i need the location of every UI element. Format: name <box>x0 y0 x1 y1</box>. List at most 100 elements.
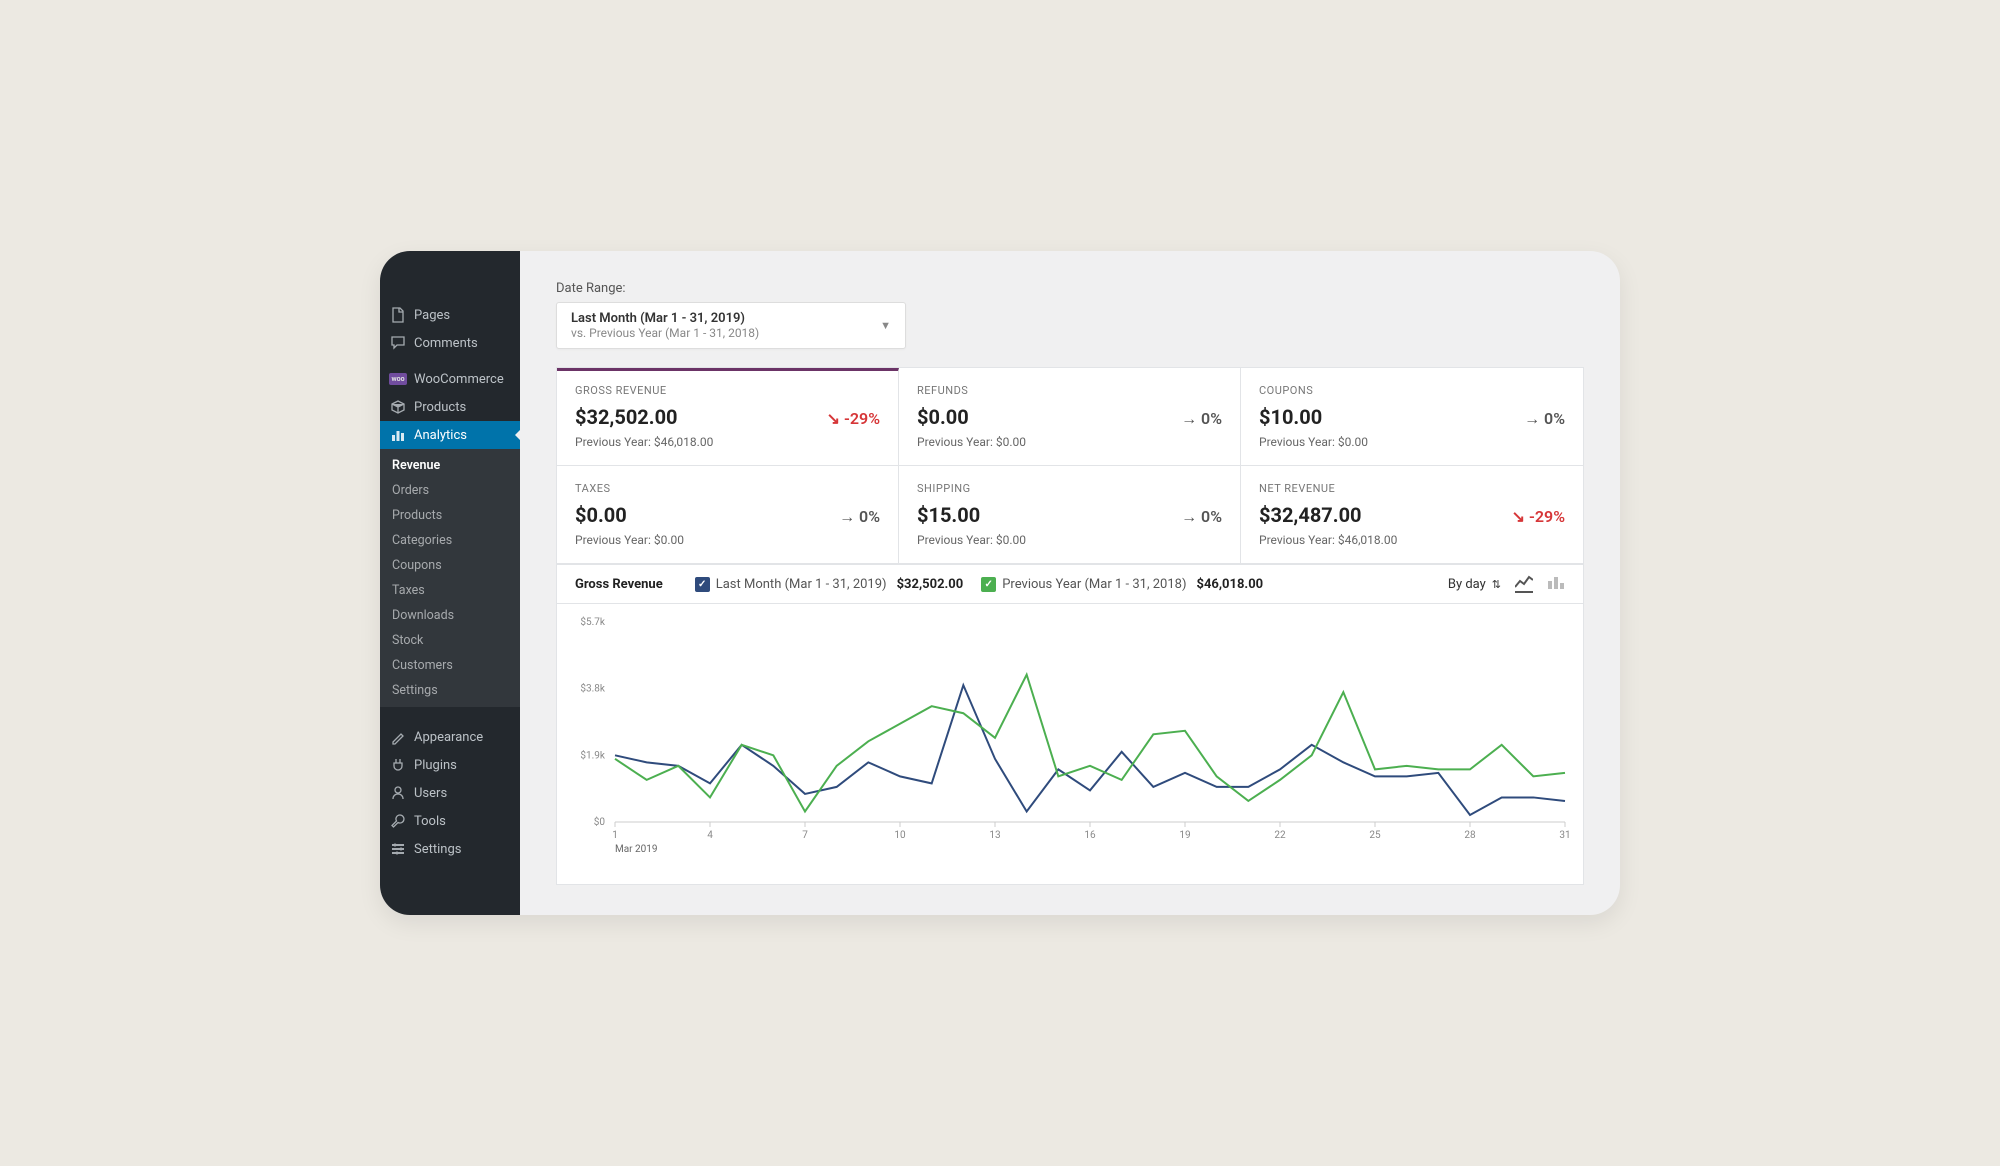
metric-delta: → 0% <box>1181 507 1222 527</box>
svg-text:19: 19 <box>1179 830 1190 841</box>
metric-label: TAXES <box>575 482 880 495</box>
settings-icon <box>390 841 406 857</box>
svg-text:31: 31 <box>1559 830 1570 841</box>
bar-chart-icon[interactable] <box>1547 575 1565 593</box>
metric-value: $32,502.00 <box>575 405 678 429</box>
svg-text:13: 13 <box>989 830 1000 841</box>
metric-card-taxes[interactable]: TAXES$0.00→ 0%Previous Year: $0.00 <box>557 466 899 564</box>
sidebar-item-label: Comments <box>414 336 478 351</box>
chart-header: Gross Revenue ✓ Last Month (Mar 1 - 31, 2… <box>556 565 1584 604</box>
legend-item[interactable]: ✓ Previous Year (Mar 1 - 31, 2018) $46,018… <box>981 577 1263 592</box>
summary-cards: GROSS REVENUE$32,502.00↘ -29%Previous Ye… <box>556 367 1584 565</box>
sidebar-item-appearance[interactable]: Appearance <box>380 723 520 751</box>
subnav-item-customers[interactable]: Customers <box>380 653 520 678</box>
chart-title: Gross Revenue <box>575 577 663 592</box>
metric-value: $32,487.00 <box>1259 503 1362 527</box>
metric-label: COUPONS <box>1259 384 1565 397</box>
woo-icon: woo <box>390 371 406 387</box>
svg-text:$0: $0 <box>594 815 606 828</box>
sidebar-item-label: Users <box>414 786 447 801</box>
subnav-item-coupons[interactable]: Coupons <box>380 553 520 578</box>
metric-prev: Previous Year: $0.00 <box>917 533 1222 547</box>
chart-body: $0$1.9k$3.8k$5.7k1471013161922252831Mar … <box>556 604 1584 885</box>
legend-value: $32,502.00 <box>897 577 964 592</box>
svg-text:10: 10 <box>894 830 906 841</box>
products-icon <box>390 399 406 415</box>
metric-card-gross-revenue[interactable]: GROSS REVENUE$32,502.00↘ -29%Previous Ye… <box>557 368 899 466</box>
metric-delta: → 0% <box>1181 409 1222 429</box>
plugins-icon <box>390 757 406 773</box>
metric-value: $0.00 <box>575 503 627 527</box>
metric-card-refunds[interactable]: REFUNDS $0.00 → 0% Previous Year: $0.00 <box>899 368 1241 466</box>
daterange-main: Last Month (Mar 1 - 31, 2019) <box>571 311 759 326</box>
subnav-item-orders[interactable]: Orders <box>380 478 520 503</box>
metric-label: GROSS REVENUE <box>575 384 880 397</box>
sidebar-item-settings[interactable]: Settings <box>380 835 520 863</box>
sidebar-item-products[interactable]: Products <box>380 393 520 421</box>
subnav-item-settings[interactable]: Settings <box>380 678 520 703</box>
daterange-sub: vs. Previous Year (Mar 1 - 31, 2018) <box>571 326 759 340</box>
main-content: Date Range: Last Month (Mar 1 - 31, 2019… <box>520 251 1620 915</box>
metric-card-net-revenue[interactable]: NET REVENUE$32,487.00↘ -29%Previous Year… <box>1241 466 1583 564</box>
sidebar-item-label: Products <box>414 400 466 415</box>
svg-text:1: 1 <box>612 830 618 841</box>
legend-label: Previous Year (Mar 1 - 31, 2018) <box>1002 577 1186 592</box>
tools-icon <box>390 813 406 829</box>
sidebar-item-users[interactable]: Users <box>380 779 520 807</box>
subnav-item-downloads[interactable]: Downloads <box>380 603 520 628</box>
svg-text:28: 28 <box>1464 830 1476 841</box>
interval-select[interactable]: By day ⇅ <box>1448 577 1501 592</box>
legend-item[interactable]: ✓ Last Month (Mar 1 - 31, 2019) $32,502.00 <box>695 577 963 592</box>
line-chart-icon[interactable] <box>1515 575 1533 593</box>
analytics-submenu: RevenueOrdersProductsCategoriesCouponsTa… <box>380 449 520 707</box>
metric-card-shipping[interactable]: SHIPPING $15.00 → 0% Previous Year: $0.00 <box>899 466 1241 564</box>
checkbox-icon: ✓ <box>695 577 710 592</box>
subnav-item-taxes[interactable]: Taxes <box>380 578 520 603</box>
legend-label: Last Month (Mar 1 - 31, 2019) <box>716 577 887 592</box>
metric-prev: Previous Year: $0.00 <box>1259 435 1565 449</box>
checkbox-icon: ✓ <box>981 577 996 592</box>
admin-sidebar: Pages Comments wooWooCommerce Products Analy… <box>380 251 520 915</box>
metric-label: REFUNDS <box>917 384 1222 397</box>
sidebar-item-tools[interactable]: Tools <box>380 807 520 835</box>
metric-card-coupons[interactable]: COUPONS$10.00→ 0%Previous Year: $0.00 <box>1241 368 1583 466</box>
subnav-item-revenue[interactable]: Revenue <box>380 453 520 478</box>
metric-value: $0.00 <box>917 405 969 429</box>
chevron-down-icon: ▼ <box>880 319 891 332</box>
interval-label: By day <box>1448 577 1486 592</box>
metric-prev: Previous Year: $46,018.00 <box>1259 533 1565 547</box>
metric-prev: Previous Year: $0.00 <box>917 435 1222 449</box>
metric-label: NET REVENUE <box>1259 482 1565 495</box>
subnav-item-products[interactable]: Products <box>380 503 520 528</box>
page-icon <box>390 307 406 323</box>
sidebar-item-label: Analytics <box>414 428 467 443</box>
sidebar-item-label: Settings <box>414 842 461 857</box>
daterange-select[interactable]: Last Month (Mar 1 - 31, 2019) vs. Previo… <box>556 302 906 349</box>
svg-text:7: 7 <box>802 830 808 841</box>
subnav-item-stock[interactable]: Stock <box>380 628 520 653</box>
legend-value: $46,018.00 <box>1196 577 1263 592</box>
svg-text:4: 4 <box>707 830 713 841</box>
appearance-icon <box>390 729 406 745</box>
svg-text:$5.7k: $5.7k <box>580 615 605 628</box>
app-window: Pages Comments wooWooCommerce Products Analy… <box>380 251 1620 915</box>
sidebar-item-comments[interactable]: Comments <box>380 329 520 357</box>
metric-value: $15.00 <box>917 503 980 527</box>
comment-icon <box>390 335 406 351</box>
daterange-label: Date Range: <box>556 281 1584 296</box>
sidebar-item-woocommerce[interactable]: wooWooCommerce <box>380 365 520 393</box>
metric-prev: Previous Year: $0.00 <box>575 533 880 547</box>
sidebar-item-label: Appearance <box>414 730 483 745</box>
metric-value: $10.00 <box>1259 405 1322 429</box>
subnav-item-categories[interactable]: Categories <box>380 528 520 553</box>
svg-text:16: 16 <box>1084 830 1096 841</box>
metric-prev: Previous Year: $46,018.00 <box>575 435 880 449</box>
sidebar-item-analytics[interactable]: Analytics <box>380 421 520 449</box>
svg-text:Mar 2019: Mar 2019 <box>615 844 658 855</box>
metric-label: SHIPPING <box>917 482 1222 495</box>
sidebar-item-label: Pages <box>414 308 450 323</box>
svg-text:$3.8k: $3.8k <box>580 682 605 695</box>
sidebar-item-pages[interactable]: Pages <box>380 301 520 329</box>
revenue-chart: $0$1.9k$3.8k$5.7k1471013161922252831Mar … <box>575 612 1575 862</box>
sidebar-item-plugins[interactable]: Plugins <box>380 751 520 779</box>
